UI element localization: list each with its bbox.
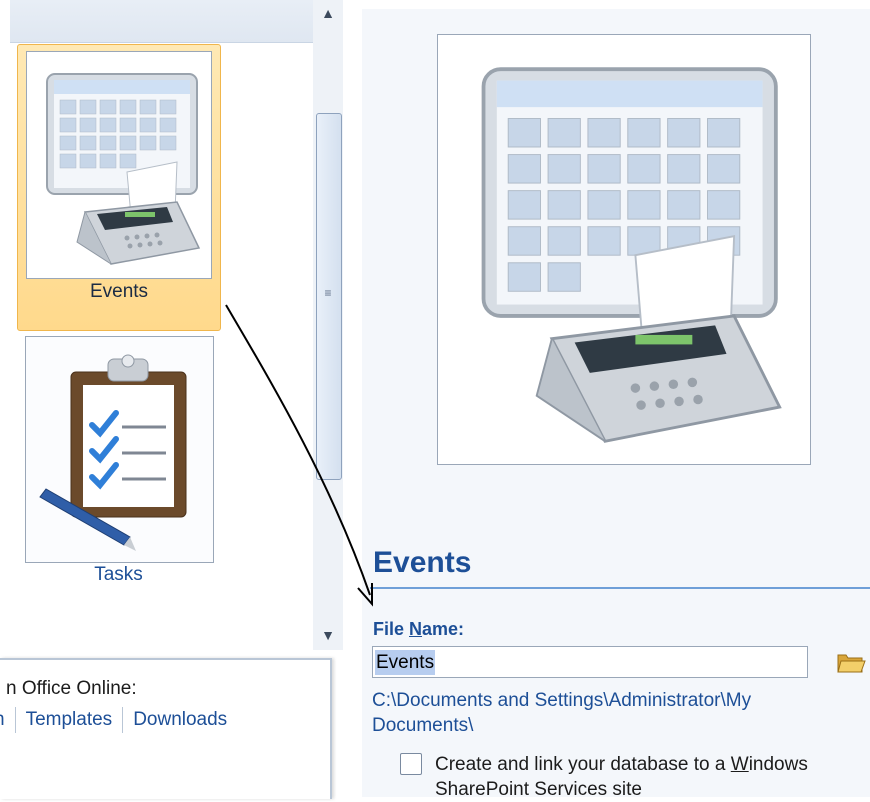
annotation-arrow xyxy=(225,304,373,607)
